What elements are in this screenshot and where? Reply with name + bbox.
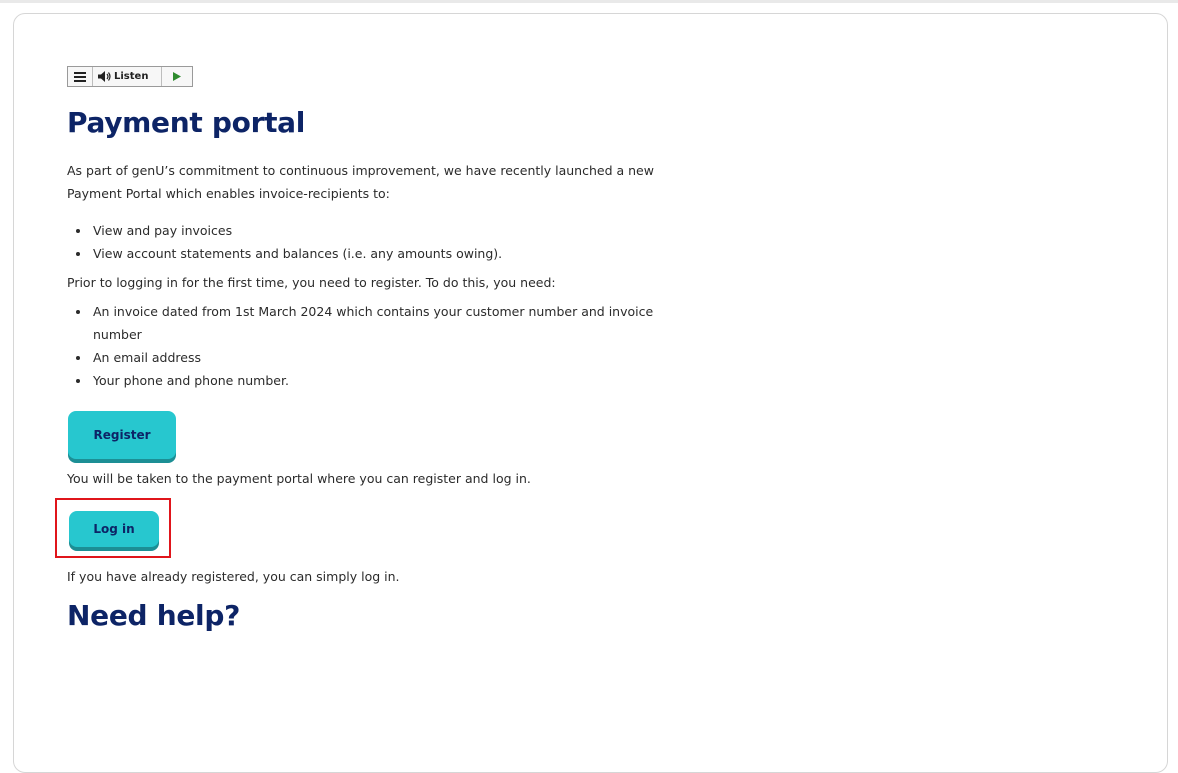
- listen-button[interactable]: Listen: [93, 67, 162, 86]
- features-list: View and pay invoices View account state…: [67, 219, 667, 265]
- requirements-list: An invoice dated from 1st March 2024 whi…: [67, 300, 667, 392]
- menu-icon: [74, 71, 86, 82]
- login-button[interactable]: Log in: [69, 511, 159, 547]
- page: Listen Payment portal As part of genU’s …: [0, 0, 1178, 773]
- login-note: If you have already registered, you can …: [67, 569, 400, 584]
- speaker-icon: [98, 71, 111, 82]
- login-highlight-box: Log in: [55, 498, 171, 558]
- list-item: An email address: [91, 346, 667, 369]
- menu-button[interactable]: [68, 67, 93, 86]
- list-item: Your phone and phone number.: [91, 369, 667, 392]
- listen-label: Listen: [114, 71, 149, 82]
- help-heading: Need help?: [67, 599, 241, 632]
- list-item: An invoice dated from 1st March 2024 whi…: [91, 300, 667, 346]
- top-divider: [0, 0, 1178, 3]
- play-button[interactable]: [162, 67, 192, 86]
- list-item: View account statements and balances (i.…: [91, 242, 667, 265]
- list-item: View and pay invoices: [91, 219, 667, 242]
- main-content: Listen Payment portal As part of genU’s …: [55, 66, 667, 636]
- listen-toolbar: Listen: [67, 66, 193, 87]
- register-note: You will be taken to the payment portal …: [67, 471, 531, 486]
- intro-paragraph: As part of genU’s commitment to continuo…: [67, 163, 654, 201]
- page-title: Payment portal: [67, 106, 306, 139]
- register-button[interactable]: Register: [68, 411, 176, 459]
- play-icon: [173, 72, 181, 81]
- register-requirement-text: Prior to logging in for the first time, …: [67, 275, 556, 290]
